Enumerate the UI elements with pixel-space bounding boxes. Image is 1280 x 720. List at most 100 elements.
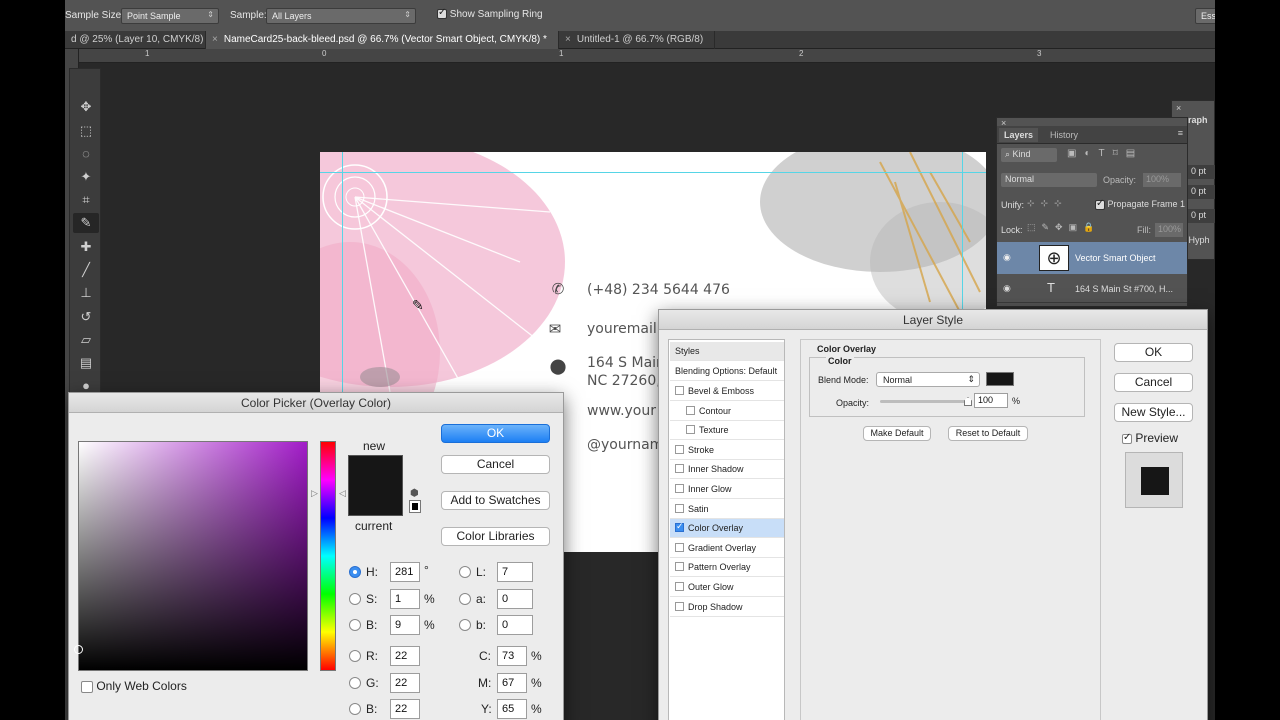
- indent-field[interactable]: 0 pt: [1188, 185, 1215, 199]
- add-to-swatches-button[interactable]: Add to Swatches: [441, 491, 550, 510]
- checkbox-icon[interactable]: [675, 386, 684, 395]
- saturation-field[interactable]: 1: [390, 589, 420, 609]
- radio-hue[interactable]: [349, 566, 361, 578]
- color-marker[interactable]: [74, 645, 83, 654]
- show-sampling-ring-checkbox[interactable]: Show Sampling Ring: [437, 7, 543, 20]
- blend-mode-select[interactable]: Normal ⇕: [876, 372, 980, 387]
- slider-handle[interactable]: [964, 397, 972, 406]
- style-item[interactable]: Texture: [670, 421, 784, 441]
- a-field[interactable]: 0: [497, 589, 533, 609]
- tab-history[interactable]: History: [1050, 130, 1078, 140]
- checkbox-icon[interactable]: [675, 582, 684, 591]
- lasso-tool-icon[interactable]: ◌: [73, 144, 99, 164]
- move-tool-icon[interactable]: ✥: [73, 97, 99, 117]
- green-field[interactable]: 22: [390, 673, 420, 693]
- brightness-field[interactable]: 9: [390, 615, 420, 635]
- tab-layer10[interactable]: d @ 25% (Layer 10, CMYK/8): [65, 31, 206, 49]
- blending-options-item[interactable]: Blending Options: Default: [670, 362, 784, 381]
- marquee-tool-icon[interactable]: ⬚: [73, 121, 99, 141]
- crop-tool-icon[interactable]: ⌗: [73, 190, 99, 210]
- red-field[interactable]: 22: [390, 646, 420, 666]
- magic-wand-tool-icon[interactable]: ✦: [73, 167, 99, 187]
- radio-brightness[interactable]: [349, 619, 361, 631]
- radio-a[interactable]: [459, 593, 471, 605]
- workspace-select[interactable]: Ess: [1195, 8, 1215, 24]
- checkbox-icon[interactable]: [686, 405, 695, 415]
- cyan-field[interactable]: 73: [497, 646, 527, 666]
- space-field[interactable]: 0 pt: [1188, 209, 1215, 223]
- color-libraries-button[interactable]: Color Libraries: [441, 527, 550, 546]
- style-item[interactable]: Satin: [670, 500, 784, 519]
- only-web-colors-checkbox[interactable]: Only Web Colors: [81, 679, 187, 693]
- healing-brush-tool-icon[interactable]: ✚: [73, 237, 99, 257]
- radio-b[interactable]: [459, 619, 471, 631]
- history-brush-tool-icon[interactable]: ↺: [73, 307, 99, 327]
- radio-saturation[interactable]: [349, 593, 361, 605]
- radio-blue[interactable]: [349, 703, 361, 715]
- opacity-slider[interactable]: [880, 400, 970, 403]
- blend-mode-select[interactable]: Normal: [1001, 173, 1097, 187]
- out-of-gamut-icon[interactable]: ⬢: [410, 488, 419, 499]
- checkbox-icon[interactable]: [675, 484, 684, 493]
- new-style-button[interactable]: New Style...: [1114, 403, 1193, 422]
- hue-field[interactable]: 281: [390, 562, 420, 582]
- radio-red[interactable]: [349, 650, 361, 662]
- unify-icons[interactable]: ⊹⊹⊹: [1027, 198, 1068, 209]
- checkbox-icon[interactable]: [675, 464, 684, 474]
- style-item[interactable]: Bevel & Emboss: [670, 382, 784, 401]
- checkbox-checked-icon[interactable]: [675, 521, 684, 533]
- yellow-field[interactable]: 65: [497, 699, 527, 719]
- preview-checkbox[interactable]: Preview: [1122, 431, 1178, 445]
- ok-button[interactable]: OK: [441, 424, 550, 443]
- lock-icons[interactable]: ⬚✎✥▣🔒: [1027, 222, 1100, 233]
- magenta-field[interactable]: 67: [497, 673, 527, 693]
- opacity-field[interactable]: 100%: [1143, 173, 1181, 187]
- tab-namecard[interactable]: × NameCard25-back-bleed.psd @ 66.7% (Vect…: [206, 31, 559, 49]
- sample-select[interactable]: All Layers ⇕: [266, 8, 416, 24]
- reset-to-default-button[interactable]: Reset to Default: [948, 426, 1028, 441]
- radio-green[interactable]: [349, 677, 361, 689]
- fill-field[interactable]: 100%: [1155, 223, 1183, 237]
- panel-menu-icon[interactable]: ≡: [1178, 128, 1183, 138]
- tab-untitled[interactable]: × Untitled-1 @ 66.7% (RGB/8): [559, 31, 715, 49]
- saturation-brightness-field[interactable]: [74, 441, 308, 671]
- checkbox-icon[interactable]: [675, 503, 684, 513]
- cancel-button[interactable]: Cancel: [441, 455, 550, 474]
- style-item[interactable]: Outer Glow: [670, 578, 784, 597]
- hue-arrow-right-icon[interactable]: ◁: [339, 488, 346, 499]
- checkbox-icon[interactable]: [675, 444, 684, 454]
- hue-slider[interactable]: [320, 441, 336, 671]
- kind-filter-select[interactable]: ⌕ Kind: [1001, 148, 1057, 162]
- eye-icon[interactable]: ◉: [1003, 252, 1011, 263]
- style-item[interactable]: Inner Shadow: [670, 460, 784, 480]
- layer-row-selected[interactable]: ◉ ⊕ Vector Smart Object: [997, 242, 1187, 274]
- layer-row[interactable]: ◉ T 164 S Main St #700, H...: [997, 275, 1187, 303]
- propagate-checkbox[interactable]: Propagate Frame 1: [1095, 198, 1185, 210]
- opacity-field[interactable]: 100: [974, 393, 1008, 408]
- lightness-field[interactable]: 7: [497, 562, 533, 582]
- checkbox-icon[interactable]: [675, 562, 684, 572]
- style-item[interactable]: Contour: [670, 402, 784, 421]
- websafe-cube-icon[interactable]: [409, 500, 421, 513]
- eye-icon[interactable]: ◉: [1003, 283, 1011, 294]
- eyedropper-tool-icon[interactable]: ✎: [73, 213, 99, 233]
- style-item[interactable]: Gradient Overlay: [670, 539, 784, 558]
- brush-tool-icon[interactable]: ╱: [73, 260, 99, 280]
- hue-arrow-left-icon[interactable]: ▷: [311, 488, 318, 499]
- b-channel-field[interactable]: 0: [497, 615, 533, 635]
- style-item[interactable]: Color Overlay: [670, 519, 784, 539]
- style-item[interactable]: Pattern Overlay: [670, 558, 784, 578]
- clone-stamp-tool-icon[interactable]: ⊥: [73, 283, 99, 303]
- checkbox-icon[interactable]: [686, 425, 695, 435]
- close-icon[interactable]: ×: [212, 34, 218, 45]
- style-item[interactable]: Drop Shadow: [670, 598, 784, 617]
- checkbox-icon[interactable]: [675, 542, 684, 552]
- ok-button[interactable]: OK: [1114, 343, 1193, 362]
- blue-field[interactable]: 22: [390, 699, 420, 719]
- overlay-color-swatch[interactable]: [986, 372, 1014, 386]
- checkbox-icon[interactable]: [675, 601, 684, 611]
- close-icon[interactable]: ×: [565, 34, 571, 45]
- tab-layers[interactable]: Layers: [999, 128, 1039, 142]
- cancel-button[interactable]: Cancel: [1114, 373, 1193, 392]
- filter-icons[interactable]: ▣◐T⌑▤: [1067, 148, 1143, 159]
